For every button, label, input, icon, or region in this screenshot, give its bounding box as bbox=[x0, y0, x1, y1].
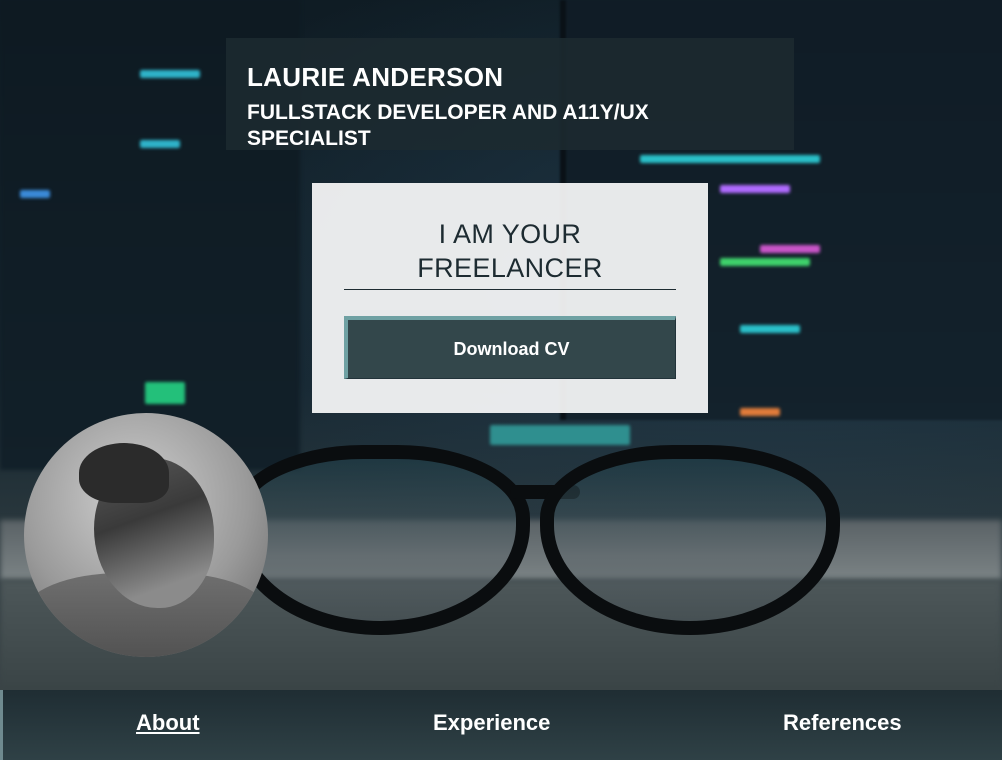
header-role: FULLSTACK DEVELOPER AND A11Y/UX SPECIALI… bbox=[247, 101, 649, 150]
nav-item-experience[interactable]: Experience bbox=[433, 710, 550, 736]
code-line bbox=[140, 70, 200, 78]
code-line bbox=[640, 155, 820, 163]
avatar-hair bbox=[79, 443, 169, 503]
avatar bbox=[24, 413, 268, 657]
code-line bbox=[720, 258, 810, 266]
code-line bbox=[490, 425, 630, 445]
code-line bbox=[760, 245, 820, 253]
nav-item-about[interactable]: About bbox=[136, 710, 200, 736]
code-line bbox=[740, 325, 800, 333]
intro-card: I AM YOUR FREELANCER Download CV bbox=[312, 183, 708, 413]
card-title: I AM YOUR FREELANCER bbox=[417, 219, 603, 283]
glasses-lens-left bbox=[230, 445, 530, 635]
header-name: LAURIE ANDERSON bbox=[247, 62, 504, 92]
background-glasses bbox=[230, 445, 870, 645]
bottom-nav: About Experience References bbox=[0, 690, 1002, 760]
site-header: LAURIE ANDERSON FULLSTACK DEVELOPER AND … bbox=[226, 38, 794, 150]
glasses-lens-right bbox=[540, 445, 840, 635]
code-line bbox=[740, 408, 780, 416]
card-divider bbox=[344, 289, 676, 290]
code-line bbox=[720, 185, 790, 193]
download-cv-button[interactable]: Download CV bbox=[344, 316, 676, 379]
code-line bbox=[145, 382, 185, 404]
nav-item-references[interactable]: References bbox=[783, 710, 902, 736]
code-line bbox=[20, 190, 50, 198]
code-line bbox=[140, 140, 180, 148]
